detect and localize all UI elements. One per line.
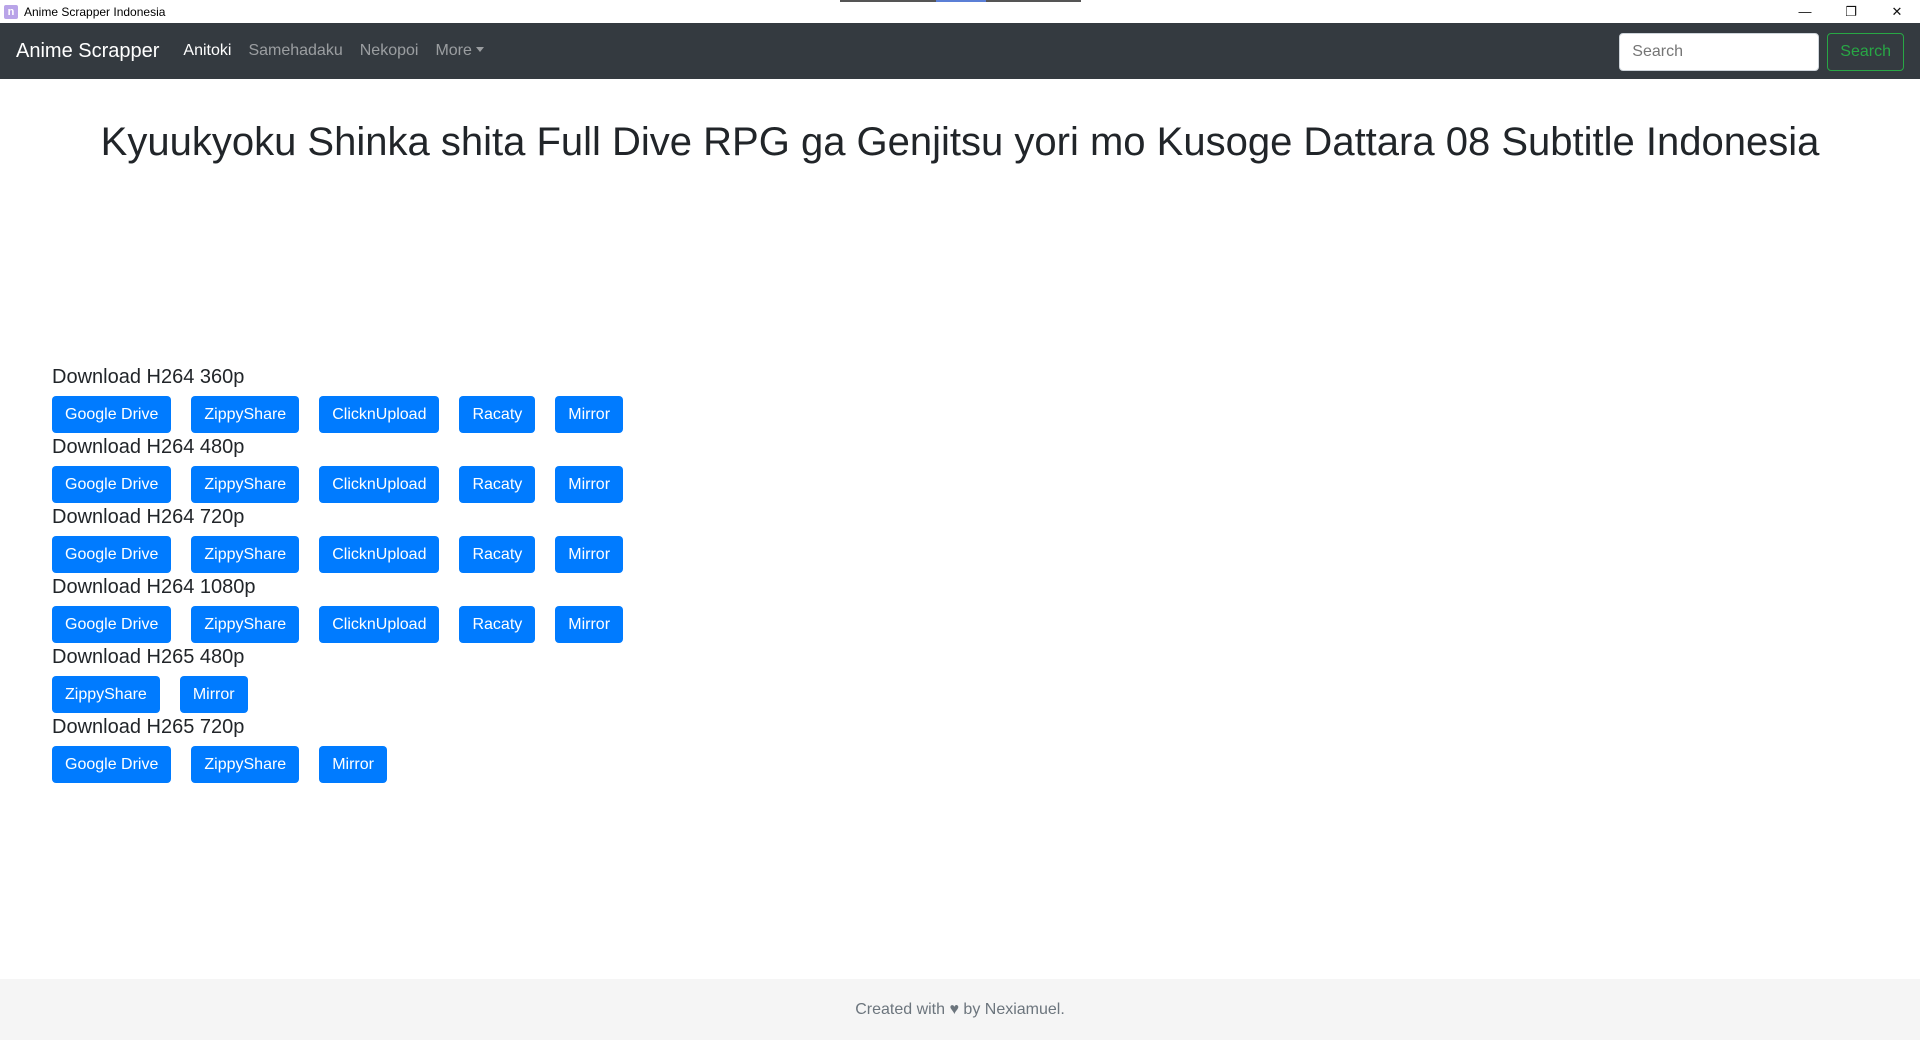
zippyshare-button[interactable]: ZippyShare xyxy=(191,606,300,643)
zippyshare-button[interactable]: ZippyShare xyxy=(191,396,300,433)
window-controls: — ❐ ✕ xyxy=(1782,0,1920,23)
mirror-button[interactable]: Mirror xyxy=(179,676,248,713)
button-row: ZippyShare Mirror xyxy=(52,676,643,713)
download-section: Download H265 480p ZippyShare Mirror xyxy=(52,642,643,713)
mirror-button[interactable]: Mirror xyxy=(555,466,624,503)
nav-link-nekopoi[interactable]: Nekopoi xyxy=(360,42,419,60)
window-titlebar: n Anime Scrapper Indonesia — ❐ ✕ xyxy=(0,0,1920,23)
button-row: Google Drive ZippyShare Mirror xyxy=(52,746,643,783)
window-title: Anime Scrapper Indonesia xyxy=(24,4,166,19)
title-divider xyxy=(840,0,1081,2)
clicknupload-button[interactable]: ClicknUpload xyxy=(319,466,440,503)
download-list: Download H264 360p Google Drive ZippySha… xyxy=(52,362,643,783)
close-icon[interactable]: ✕ xyxy=(1874,0,1920,23)
mirror-button[interactable]: Mirror xyxy=(555,396,624,433)
download-section: Download H264 720p Google Drive ZippySha… xyxy=(52,502,643,573)
zippyshare-button[interactable]: ZippyShare xyxy=(191,536,300,573)
section-title: Download H264 360p xyxy=(52,366,245,388)
button-row: Google Drive ZippyShare ClicknUpload Rac… xyxy=(52,466,643,503)
navbar: Anime Scrapper Anitoki Samehadaku Nekopo… xyxy=(0,23,1920,79)
clicknupload-button[interactable]: ClicknUpload xyxy=(319,396,440,433)
minimize-icon[interactable]: — xyxy=(1782,0,1828,23)
nav-link-samehadaku[interactable]: Samehadaku xyxy=(248,42,342,60)
section-title: Download H264 480p xyxy=(52,436,245,458)
clicknupload-button[interactable]: ClicknUpload xyxy=(319,606,440,643)
racaty-button[interactable]: Racaty xyxy=(459,396,536,433)
google-drive-button[interactable]: Google Drive xyxy=(52,396,172,433)
mirror-button[interactable]: Mirror xyxy=(555,536,624,573)
more-label: More xyxy=(435,42,472,59)
section-title: Download H264 1080p xyxy=(52,576,256,598)
footer-text: Created with ♥ by Nexiamuel. xyxy=(855,1000,1065,1018)
navbar-brand[interactable]: Anime Scrapper xyxy=(16,40,159,63)
zippyshare-button[interactable]: ZippyShare xyxy=(191,466,300,503)
zippyshare-button[interactable]: ZippyShare xyxy=(191,746,300,783)
app-icon: n xyxy=(4,4,18,19)
button-row: Google Drive ZippyShare ClicknUpload Rac… xyxy=(52,396,643,433)
download-section: Download H264 1080p Google Drive ZippySh… xyxy=(52,572,643,643)
maximize-icon[interactable]: ❐ xyxy=(1828,0,1874,23)
racaty-button[interactable]: Racaty xyxy=(459,606,536,643)
google-drive-button[interactable]: Google Drive xyxy=(52,536,172,573)
button-row: Google Drive ZippyShare ClicknUpload Rac… xyxy=(52,536,643,573)
search-input[interactable] xyxy=(1619,33,1820,71)
caret-down-icon xyxy=(475,47,484,52)
google-drive-button[interactable]: Google Drive xyxy=(52,606,172,643)
download-section: Download H264 480p Google Drive ZippySha… xyxy=(52,432,643,503)
section-title: Download H265 480p xyxy=(52,646,245,668)
footer: Created with ♥ by Nexiamuel. xyxy=(0,979,1920,1040)
zippyshare-button[interactable]: ZippyShare xyxy=(52,676,160,713)
clicknupload-button[interactable]: ClicknUpload xyxy=(319,536,440,573)
section-title: Download H264 720p xyxy=(52,506,245,528)
download-section: Download H264 360p Google Drive ZippySha… xyxy=(52,362,643,433)
section-title: Download H265 720p xyxy=(52,716,245,738)
mirror-button[interactable]: Mirror xyxy=(319,746,387,783)
google-drive-button[interactable]: Google Drive xyxy=(52,746,172,783)
nav-dropdown-more[interactable]: More xyxy=(435,42,484,60)
racaty-button[interactable]: Racaty xyxy=(459,536,536,573)
search-button[interactable]: Search xyxy=(1827,33,1904,71)
racaty-button[interactable]: Racaty xyxy=(459,466,536,503)
button-row: Google Drive ZippyShare ClicknUpload Rac… xyxy=(52,606,643,643)
search-form: Search xyxy=(1619,33,1904,71)
nav-link-anitoki[interactable]: Anitoki xyxy=(183,42,231,60)
mirror-button[interactable]: Mirror xyxy=(555,606,624,643)
page-title: Kyuukyoku Shinka shita Full Dive RPG ga … xyxy=(100,120,1820,164)
google-drive-button[interactable]: Google Drive xyxy=(52,466,172,503)
download-section: Download H265 720p Google Drive ZippySha… xyxy=(52,712,643,783)
